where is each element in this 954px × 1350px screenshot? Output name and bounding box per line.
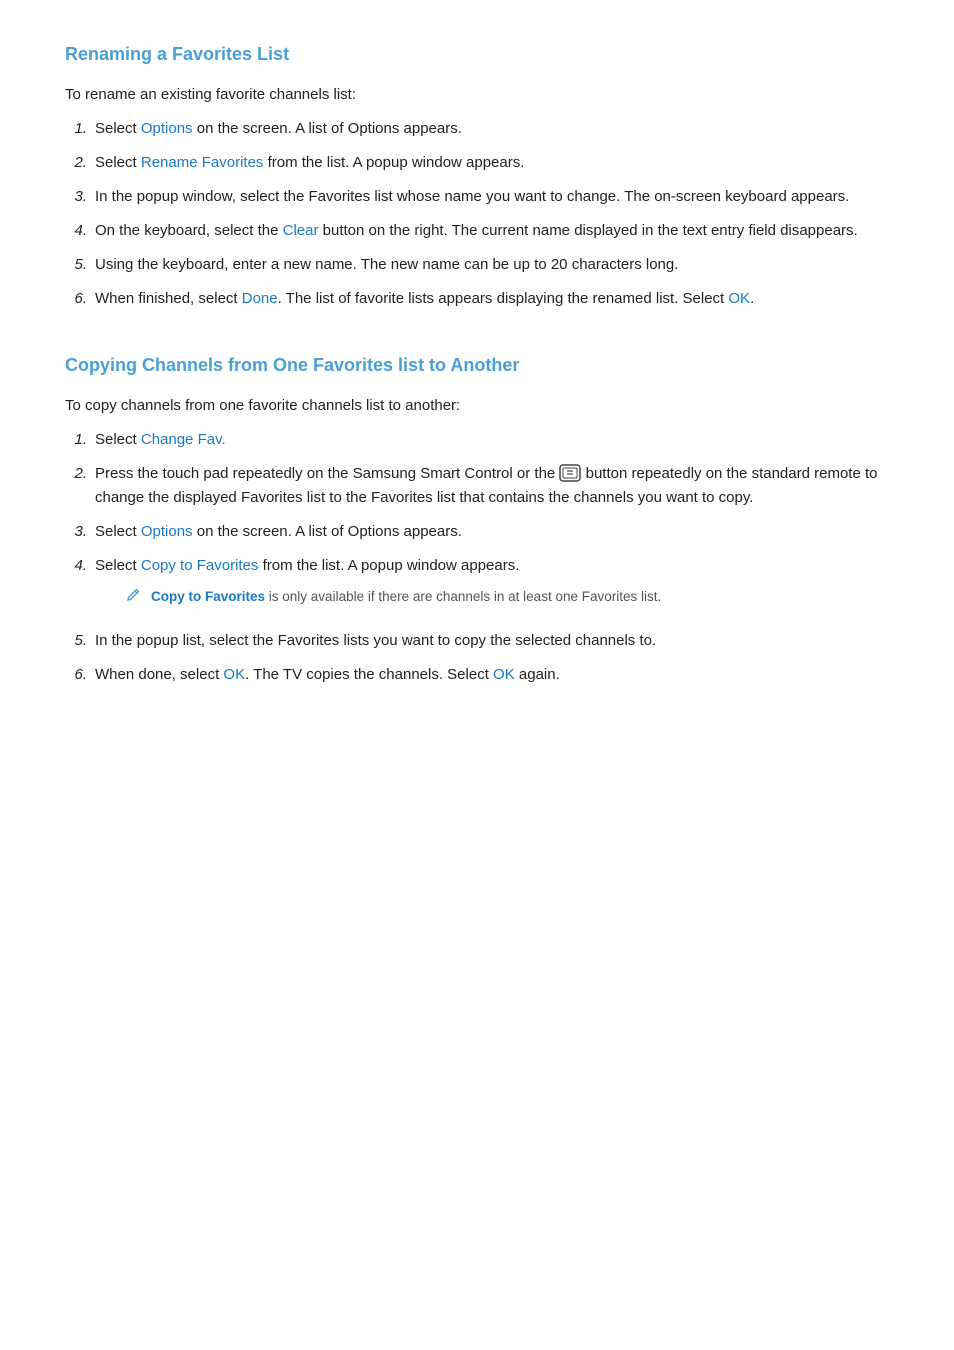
section1-title: Renaming a Favorites List (65, 40, 889, 69)
list-item: 1. Select Options on the screen. A list … (65, 117, 889, 141)
list-item: 5. In the popup list, select the Favorit… (65, 629, 889, 653)
step-number: 4. (65, 219, 95, 243)
keyword-rename-favorites: Rename Favorites (141, 154, 264, 171)
step-content: Using the keyboard, enter a new name. Th… (95, 253, 889, 277)
keyword-ok: OK (728, 290, 750, 307)
step-number: 3. (65, 185, 95, 209)
section2-title: Copying Channels from One Favorites list… (65, 351, 889, 380)
list-item: 5. Using the keyboard, enter a new name.… (65, 253, 889, 277)
section1-steps: 1. Select Options on the screen. A list … (65, 117, 889, 311)
remote-button-icon (559, 464, 581, 482)
step-number: 1. (65, 428, 95, 452)
step-number: 4. (65, 554, 95, 578)
keyword-change-fav: Change Fav. (141, 431, 226, 448)
list-item: 4. On the keyboard, select the Clear but… (65, 219, 889, 243)
keyword-copy-to-favorites: Copy to Favorites (141, 557, 259, 574)
list-item: 4. Select Copy to Favorites from the lis… (65, 554, 889, 620)
section2-intro: To copy channels from one favorite chann… (65, 394, 889, 418)
section-copying: Copying Channels from One Favorites list… (65, 351, 889, 687)
note-block: Copy to Favorites is only available if t… (125, 586, 889, 610)
keyword-clear: Clear (283, 222, 319, 239)
step-content: On the keyboard, select the Clear button… (95, 219, 889, 243)
list-item: 1. Select Change Fav. (65, 428, 889, 452)
step-number: 1. (65, 117, 95, 141)
list-item: 3. In the popup window, select the Favor… (65, 185, 889, 209)
step-number: 5. (65, 629, 95, 653)
step-content: When finished, select Done. The list of … (95, 287, 889, 311)
step-content: Select Options on the screen. A list of … (95, 117, 889, 141)
keyword-ok-2: OK (223, 666, 245, 683)
list-item: 6. When finished, select Done. The list … (65, 287, 889, 311)
step-content: Select Options on the screen. A list of … (95, 520, 889, 544)
step-content: When done, select OK. The TV copies the … (95, 663, 889, 687)
step-content: In the popup window, select the Favorite… (95, 185, 889, 209)
keyword-options-2: Options (141, 523, 193, 540)
note-text: Copy to Favorites is only available if t… (151, 586, 661, 608)
section1-intro: To rename an existing favorite channels … (65, 83, 889, 107)
keyword-done: Done (242, 290, 278, 307)
step-content: Select Copy to Favorites from the list. … (95, 554, 889, 620)
note-keyword: Copy to Favorites (151, 589, 265, 604)
step-number: 6. (65, 287, 95, 311)
step-number: 5. (65, 253, 95, 277)
step-content: Select Rename Favorites from the list. A… (95, 151, 889, 175)
pencil-icon (125, 587, 141, 610)
keyword-options: Options (141, 120, 193, 137)
step-number: 2. (65, 151, 95, 175)
step-number: 2. (65, 462, 95, 486)
step-content: Press the touch pad repeatedly on the Sa… (95, 462, 889, 510)
step-number: 6. (65, 663, 95, 687)
step-content: In the popup list, select the Favorites … (95, 629, 889, 653)
step-number: 3. (65, 520, 95, 544)
section2-steps: 1. Select Change Fav. 2. Press the touch… (65, 428, 889, 688)
list-item: 6. When done, select OK. The TV copies t… (65, 663, 889, 687)
list-item: 2. Select Rename Favorites from the list… (65, 151, 889, 175)
section-renaming: Renaming a Favorites List To rename an e… (65, 40, 889, 311)
step-content: Select Change Fav. (95, 428, 889, 452)
list-item: 3. Select Options on the screen. A list … (65, 520, 889, 544)
list-item: 2. Press the touch pad repeatedly on the… (65, 462, 889, 510)
keyword-ok-3: OK (493, 666, 515, 683)
